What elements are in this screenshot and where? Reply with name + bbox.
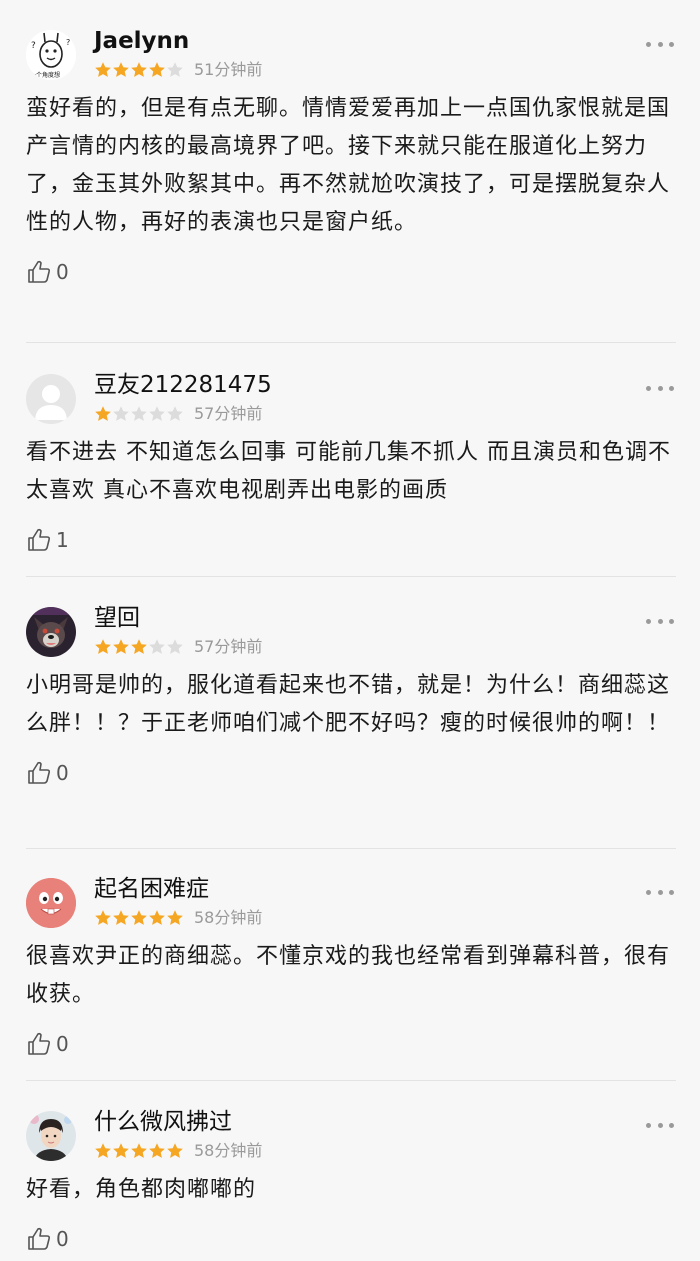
star-filled-icon <box>95 910 111 925</box>
star-rating <box>94 909 184 927</box>
star-filled-icon <box>113 62 129 77</box>
star-rating <box>94 61 184 79</box>
svg-text:?: ? <box>66 38 70 47</box>
more-options-icon[interactable] <box>646 380 674 396</box>
thumbs-up-icon <box>28 260 51 283</box>
like-count: 0 <box>56 1032 69 1056</box>
rating-row: 58分钟前 <box>94 908 262 928</box>
star-empty-icon <box>167 639 183 654</box>
more-options-icon[interactable] <box>646 884 674 900</box>
like-button[interactable]: 0 <box>26 757 69 789</box>
like-count: 0 <box>56 761 69 785</box>
review-text: 小明哥是帅的，服化道看起来也不错，就是！为什么！商细蕊这么胖！！？于正老师咱们减… <box>26 673 671 736</box>
rating-row: 51分钟前 <box>94 60 262 80</box>
username[interactable]: Jaelynn <box>94 26 189 56</box>
thumbs-up-icon <box>28 1227 51 1250</box>
review-item: ? ? 一个角度想 Jaelynn 51分钟前 蛮好看的，但是有点无聊。情情爱爱… <box>0 26 700 343</box>
review-text: 好看，角色都肉嘟嘟的 <box>26 1177 257 1202</box>
like-count: 0 <box>56 260 69 284</box>
review-item: 什么微风拂过 58分钟前 好看，角色都肉嘟嘟的 0 <box>0 1107 700 1261</box>
star-rating <box>94 1142 184 1160</box>
username[interactable]: 望回 <box>94 603 140 633</box>
review-header: 什么微风拂过 58分钟前 <box>26 1107 676 1171</box>
like-button[interactable]: 0 <box>26 1028 69 1060</box>
like-button[interactable]: 0 <box>26 256 69 288</box>
star-filled-icon <box>131 910 147 925</box>
username[interactable]: 起名困难症 <box>94 874 209 904</box>
rating-row: 58分钟前 <box>94 1141 262 1161</box>
like-count: 0 <box>56 1227 69 1251</box>
star-filled-icon <box>113 639 129 654</box>
divider <box>26 342 676 343</box>
divider <box>26 848 676 849</box>
star-filled-icon <box>95 639 111 654</box>
more-options-icon[interactable] <box>646 613 674 629</box>
star-filled-icon <box>95 1143 111 1158</box>
person-photo-avatar[interactable] <box>26 1111 76 1161</box>
avatar-caption: 一个角度想 <box>30 71 60 79</box>
star-filled-icon <box>131 639 147 654</box>
thumbs-up-icon <box>28 1032 51 1055</box>
like-button[interactable]: 0 <box>26 1223 69 1255</box>
star-empty-icon <box>167 406 183 421</box>
star-filled-icon <box>167 910 183 925</box>
username[interactable]: 什么微风拂过 <box>94 1107 232 1137</box>
svg-text:?: ? <box>31 41 36 51</box>
star-empty-icon <box>149 639 165 654</box>
doodle-bunny-avatar[interactable]: ? ? 一个角度想 <box>26 30 76 80</box>
review-item: 豆友212281475 57分钟前 看不进去 不知道怎么回事 可能前几集不抓人 … <box>0 370 700 577</box>
star-rating <box>94 405 184 423</box>
star-filled-icon <box>167 1143 183 1158</box>
thumbs-up-icon <box>28 528 51 551</box>
more-options-icon[interactable] <box>646 36 674 52</box>
star-rating <box>94 638 184 656</box>
star-empty-icon <box>131 406 147 421</box>
divider <box>26 576 676 577</box>
thumbs-up-icon <box>28 761 51 784</box>
star-filled-icon <box>113 910 129 925</box>
like-button[interactable]: 1 <box>26 524 69 556</box>
review-header: ? ? 一个角度想 Jaelynn 51分钟前 <box>26 26 676 90</box>
review-time: 58分钟前 <box>194 908 263 927</box>
cartoon-face-avatar[interactable] <box>26 878 76 928</box>
star-filled-icon <box>149 1143 165 1158</box>
review-text: 看不进去 不知道怎么回事 可能前几集不抓人 而且演员和色调不太喜欢 真心不喜欢电… <box>26 440 671 503</box>
rating-row: 57分钟前 <box>94 637 262 657</box>
star-filled-icon <box>113 1143 129 1158</box>
review-time: 51分钟前 <box>194 60 263 79</box>
star-empty-icon <box>167 62 183 77</box>
star-filled-icon <box>131 1143 147 1158</box>
star-filled-icon <box>131 62 147 77</box>
star-filled-icon <box>149 910 165 925</box>
more-options-icon[interactable] <box>646 1117 674 1133</box>
review-time: 57分钟前 <box>194 404 263 423</box>
review-header: 望回 57分钟前 <box>26 603 676 667</box>
dog-photo-avatar[interactable] <box>26 607 76 657</box>
star-filled-icon <box>95 406 111 421</box>
star-filled-icon <box>95 62 111 77</box>
review-text: 很喜欢尹正的商细蕊。不懂京戏的我也经常看到弹幕科普，很有收获。 <box>26 944 671 1007</box>
review-header: 豆友212281475 57分钟前 <box>26 370 676 434</box>
username[interactable]: 豆友212281475 <box>94 370 272 400</box>
review-time: 57分钟前 <box>194 637 263 656</box>
review-feed: ? ? 一个角度想 Jaelynn 51分钟前 蛮好看的，但是有点无聊。情情爱爱… <box>0 0 700 1261</box>
star-filled-icon <box>149 62 165 77</box>
divider <box>26 1080 676 1081</box>
default-user-avatar[interactable] <box>26 374 76 424</box>
review-text: 蛮好看的，但是有点无聊。情情爱爱再加上一点国仇家恨就是国产言情的内核的最高境界了… <box>26 96 671 235</box>
rating-row: 57分钟前 <box>94 404 262 424</box>
review-item: 起名困难症 58分钟前 很喜欢尹正的商细蕊。不懂京戏的我也经常看到弹幕科普，很有… <box>0 874 700 1081</box>
review-time: 58分钟前 <box>194 1141 263 1160</box>
like-count: 1 <box>56 528 69 552</box>
review-header: 起名困难症 58分钟前 <box>26 874 676 938</box>
star-empty-icon <box>113 406 129 421</box>
review-item: 望回 57分钟前 小明哥是帅的，服化道看起来也不错，就是！为什么！商细蕊这么胖！… <box>0 603 700 849</box>
star-empty-icon <box>149 406 165 421</box>
